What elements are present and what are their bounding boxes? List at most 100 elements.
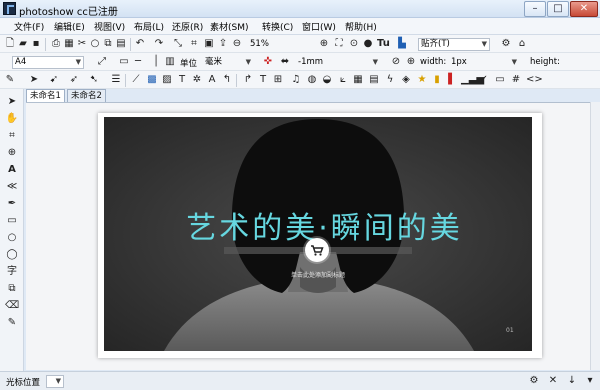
vertical-line-icon[interactable]: │: [150, 56, 162, 68]
close-button[interactable]: ✕: [570, 1, 598, 17]
palette-icon[interactable]: ◍: [306, 74, 318, 86]
menu-restore[interactable]: 还原(R): [172, 20, 203, 33]
cart-icon[interactable]: [305, 238, 329, 262]
brush-icon[interactable]: ➹: [48, 74, 60, 86]
new-file-icon[interactable]: 🗋: [4, 38, 16, 50]
tab-document-1[interactable]: 未命名1: [26, 89, 65, 102]
zoom-out-icon[interactable]: ⊖: [231, 38, 243, 50]
list-icon[interactable]: ☰: [110, 74, 122, 86]
menu-material[interactable]: 素材(SM): [210, 20, 249, 33]
bar-chart-icon[interactable]: ▁▃▅: [461, 74, 484, 86]
pen-icon[interactable]: ✎: [4, 74, 16, 86]
paste-icon[interactable]: ▤: [115, 38, 127, 50]
tab-document-2[interactable]: 未命名2: [67, 89, 106, 102]
vertical-scrollbar[interactable]: [590, 102, 600, 370]
home-icon[interactable]: ⌂: [516, 38, 528, 50]
text-style-icon[interactable]: Tu: [377, 38, 390, 50]
offset-dropdown[interactable]: -1mm ▼: [295, 56, 381, 69]
column-icon[interactable]: ▥: [164, 56, 176, 68]
cut-icon[interactable]: ✂: [76, 38, 88, 50]
hash-icon[interactable]: #: [510, 74, 522, 86]
menu-layout[interactable]: 布局(L): [134, 20, 164, 33]
menu-file[interactable]: 文件(F): [14, 20, 44, 33]
fit-screen-icon[interactable]: ⛶: [333, 38, 345, 50]
undo-icon[interactable]: ↶: [134, 38, 146, 50]
eraser-icon[interactable]: ⌫: [5, 299, 19, 312]
minimize-button[interactable]: –: [524, 1, 546, 17]
ps-icon[interactable]: ▩: [146, 74, 158, 86]
record-icon[interactable]: ●: [362, 38, 374, 50]
slide[interactable]: 艺术的美·瞬间的美 单击此处添加副标题 01: [104, 117, 532, 351]
bell-icon[interactable]: ♫: [290, 74, 302, 86]
book-icon[interactable]: ▭: [494, 74, 506, 86]
gear-icon[interactable]: ⚙: [528, 375, 540, 387]
redo-icon[interactable]: ↷: [153, 38, 165, 50]
select-arrow-icon[interactable]: ➤: [5, 95, 19, 108]
menu-view[interactable]: 视图(V): [94, 20, 125, 33]
frame-icon[interactable]: ▭: [118, 56, 130, 68]
eyedropper-icon[interactable]: ✎: [5, 316, 19, 329]
rectangle-icon[interactable]: ▭: [5, 214, 19, 227]
menu-window[interactable]: 窗口(W): [302, 20, 336, 33]
arrows-icon[interactable]: ⬌: [279, 56, 291, 68]
signal-icon[interactable]: ◒: [321, 74, 333, 86]
star-icon[interactable]: ★: [416, 74, 428, 86]
print-icon[interactable]: ⎙: [50, 38, 62, 50]
note-icon[interactable]: ▮: [431, 74, 443, 86]
transform-icon[interactable]: ⤡: [172, 38, 184, 50]
line-icon[interactable]: ─: [132, 56, 144, 68]
zoom-level[interactable]: 51%: [250, 39, 269, 49]
hand-icon[interactable]: ✋: [5, 112, 19, 125]
send-icon[interactable]: ➤: [28, 74, 40, 86]
menu-edit[interactable]: 编辑(E): [54, 20, 85, 33]
crop-tool-icon[interactable]: ⌗: [5, 129, 19, 142]
unit-dropdown[interactable]: 毫米 ▼: [202, 56, 254, 69]
back-icon[interactable]: ↰: [221, 74, 233, 86]
gear-icon[interactable]: ⚙: [500, 38, 512, 50]
maximize-button[interactable]: □: [547, 1, 569, 17]
crop-icon[interactable]: ⌗: [188, 38, 200, 50]
menu-help[interactable]: 帮助(H): [345, 20, 377, 33]
search-icon[interactable]: ○: [89, 38, 101, 50]
forward-icon[interactable]: ↱: [242, 74, 254, 86]
slide-subtitle[interactable]: 单击此处添加副标题: [224, 270, 412, 279]
bookmark-icon[interactable]: ▌: [446, 74, 458, 86]
camera-icon[interactable]: ▣: [203, 38, 215, 50]
font-size-icon[interactable]: A: [206, 74, 218, 86]
text-frame-icon[interactable]: T: [176, 74, 188, 86]
circle-icon[interactable]: ○: [5, 231, 19, 244]
pen-tool-icon[interactable]: ✒: [5, 197, 19, 210]
close-icon[interactable]: ✕: [547, 375, 559, 387]
export-icon[interactable]: ▦: [63, 38, 75, 50]
fit-width-icon[interactable]: ⊙: [348, 38, 360, 50]
line-tool-icon[interactable]: ⟋: [130, 74, 142, 86]
scale-icon[interactable]: ⤢: [96, 56, 108, 68]
width-dropdown[interactable]: 1px ▼: [448, 56, 520, 69]
check-icon[interactable]: ✓: [478, 74, 490, 86]
pencil-icon[interactable]: ➶: [68, 74, 80, 86]
warp-icon[interactable]: ≪: [5, 180, 19, 193]
type-tool-icon[interactable]: 字: [5, 265, 19, 278]
marker-icon[interactable]: ➷: [88, 74, 100, 86]
layers-icon[interactable]: ▤: [368, 74, 380, 86]
symbol-icon[interactable]: ϟ: [384, 74, 396, 86]
open-folder-icon[interactable]: ▰: [17, 38, 29, 50]
chart-icon[interactable]: ⟀: [337, 74, 349, 86]
text-tool-icon[interactable]: T: [257, 74, 269, 86]
ellipse-icon[interactable]: ◯: [5, 248, 19, 261]
layer-tool-icon[interactable]: ⧉: [5, 282, 19, 295]
code-icon[interactable]: <>: [526, 74, 543, 86]
align-dropdown[interactable]: 贴齐(T) ▼: [418, 38, 490, 51]
sticker-icon[interactable]: ◈: [400, 74, 412, 86]
settings-icon[interactable]: ✲: [191, 74, 203, 86]
picture-icon[interactable]: ▨: [161, 74, 173, 86]
image-icon[interactable]: ▙: [396, 38, 408, 50]
chevron-down-icon[interactable]: ▾: [584, 375, 596, 387]
paper-size-dropdown[interactable]: A4 ▼: [12, 56, 84, 69]
copy-icon[interactable]: ⧉: [102, 38, 114, 50]
zoom-tool-icon[interactable]: ⊕: [5, 146, 19, 159]
cursor-mode-dropdown[interactable]: ▼: [46, 375, 64, 388]
arrow-down-icon[interactable]: ↓: [566, 375, 578, 387]
upload-icon[interactable]: ⇪: [217, 38, 229, 50]
link-icon[interactable]: ⊘: [390, 56, 402, 68]
